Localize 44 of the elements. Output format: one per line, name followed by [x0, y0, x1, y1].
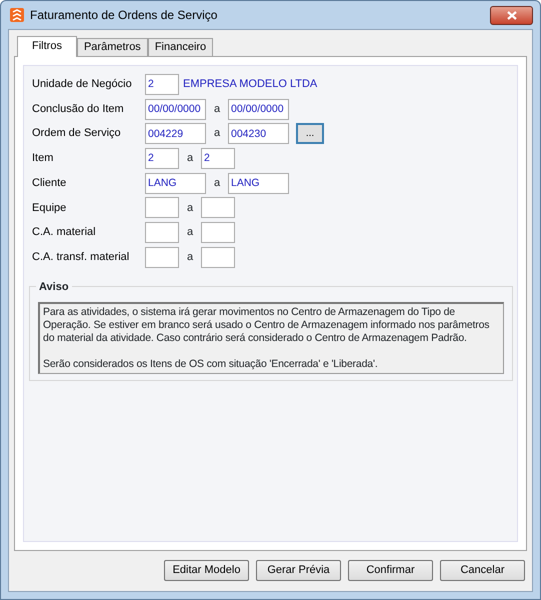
input-field[interactable]: 2 — [145, 74, 179, 95]
range-separator: a — [186, 250, 194, 265]
range-separator: a — [186, 151, 194, 166]
tab[interactable]: Financeiro — [148, 38, 214, 56]
range-separator: a — [212, 126, 222, 142]
field-label: Conclusão do Item — [32, 102, 125, 117]
input-field[interactable] — [201, 222, 235, 243]
window-title: Faturamento de Ordens de Serviço — [30, 7, 218, 24]
app-icon — [10, 8, 24, 22]
input-field[interactable]: 2 — [145, 148, 179, 169]
field-label: Item — [32, 151, 54, 166]
input-field[interactable]: LANG — [228, 172, 289, 194]
input-field[interactable]: 00/00/0000 — [228, 98, 289, 120]
tab[interactable]: Parâmetros — [76, 38, 148, 56]
close-button[interactable] — [490, 6, 533, 24]
range-separator: a — [212, 176, 222, 191]
input-field[interactable] — [201, 197, 235, 218]
field-label: Equipe — [32, 200, 68, 216]
dialog-button[interactable]: Gerar Prévia — [256, 560, 341, 581]
input-field[interactable]: 00/00/0000 — [145, 98, 206, 120]
input-field[interactable] — [145, 246, 179, 268]
range-separator: a — [186, 200, 194, 216]
field-label: Ordem de Serviço — [32, 126, 122, 142]
input-field[interactable]: 004230 — [228, 123, 289, 144]
range-separator: a — [212, 102, 222, 117]
range-separator: a — [186, 225, 194, 240]
dialog-button[interactable]: Confirmar — [348, 560, 433, 581]
tab[interactable]: Filtros — [17, 36, 77, 57]
close-icon — [506, 10, 516, 20]
input-field[interactable] — [201, 246, 235, 268]
input-field[interactable] — [145, 222, 179, 243]
field-label: Unidade de Negócio — [32, 77, 133, 92]
field-label: Cliente — [32, 176, 68, 191]
lookup-button[interactable]: ... — [296, 123, 324, 144]
field-label: C.A. material — [32, 225, 97, 240]
input-field[interactable]: 004229 — [145, 123, 206, 144]
input-field[interactable]: 2 — [201, 148, 235, 169]
company-name: EMPRESA MODELO LTDA — [183, 77, 318, 92]
dialog-button[interactable]: Editar Modelo — [164, 560, 249, 581]
notice-box: Para as atividades, o sistema irá gerar movimentos no Centro de Armazenagem do Tipo de Operação. Se estiver em branco será usado o Centro de Armazenagem informado nos parâmetros do material da atividade. Caso contrário será considerado o Centro de Armazenagem Padrão. Serão considerados os Itens de OS com situação 'Encerrada' e 'Liberada'. — [38, 302, 504, 374]
input-field[interactable]: LANG — [145, 172, 206, 194]
dialog-button[interactable]: Cancelar — [440, 560, 525, 581]
input-field[interactable] — [145, 197, 179, 218]
field-label: C.A. transf. material — [32, 250, 130, 265]
